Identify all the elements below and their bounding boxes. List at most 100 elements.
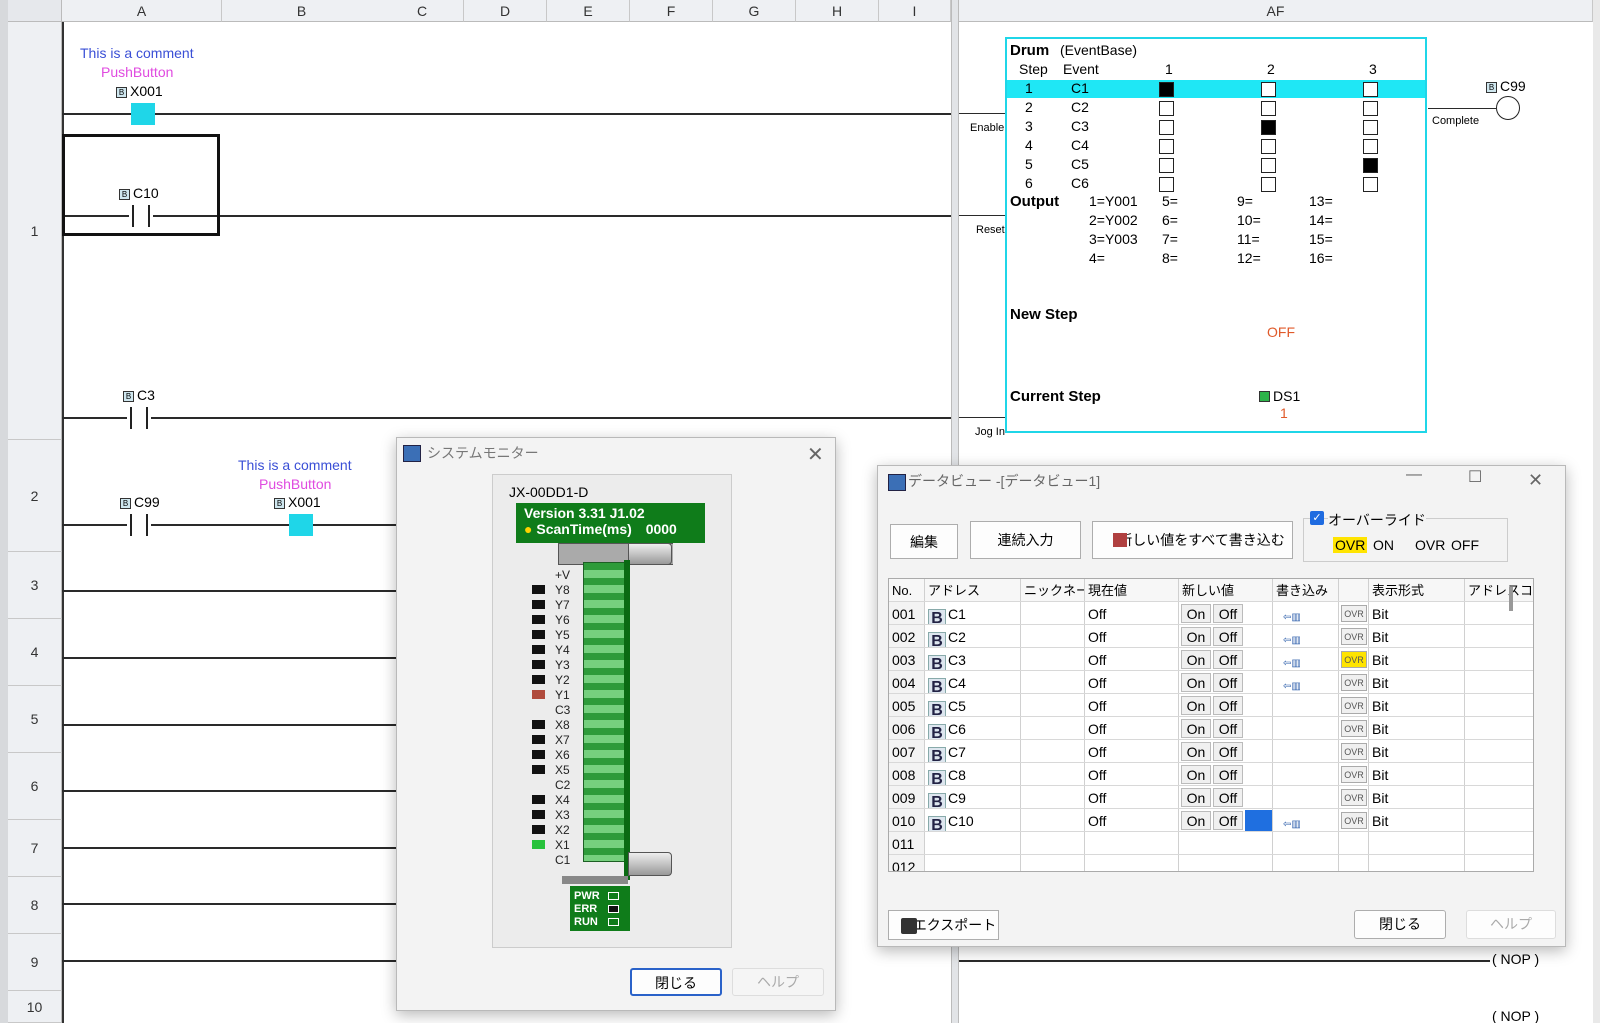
ovr-button[interactable]: OVR xyxy=(1341,605,1367,622)
drum-step-checkbox[interactable] xyxy=(1159,158,1174,173)
edit-tab[interactable]: 編集 xyxy=(890,524,958,559)
on-button[interactable]: On xyxy=(1181,788,1211,807)
table-row[interactable]: 002 B C2 Off On Off ⇦▥ OVR Bit xyxy=(889,625,1533,648)
column-header[interactable]: 書き込み xyxy=(1273,579,1339,601)
row-header[interactable]: 9 xyxy=(8,934,62,991)
ovr-button[interactable]: OVR xyxy=(1341,720,1367,737)
new-value-cell[interactable]: On Off xyxy=(1179,717,1273,739)
table-row[interactable]: 009 B C9 Off On Off OVR Bit xyxy=(889,786,1533,809)
off-button[interactable]: Off xyxy=(1213,765,1243,784)
new-value-cell[interactable]: On Off xyxy=(1179,763,1273,785)
column-header[interactable]: E xyxy=(547,0,630,22)
address-comment[interactable] xyxy=(1465,648,1533,670)
write-icon[interactable]: ⇦▥ xyxy=(1283,629,1301,646)
override-cell[interactable] xyxy=(1339,832,1369,854)
table-row[interactable]: 004 B C4 Off On Off ⇦▥ OVR Bit xyxy=(889,671,1533,694)
table-row[interactable]: 001 B C1 Off On Off ⇦▥ OVR Bit xyxy=(889,602,1533,625)
sysmon-help-button[interactable]: ヘルプ xyxy=(732,968,824,996)
display-format[interactable]: Bit xyxy=(1369,625,1465,647)
drum-step-checkbox[interactable] xyxy=(1363,82,1378,97)
override-cell[interactable]: OVR xyxy=(1339,740,1369,762)
drum-step-checkbox[interactable] xyxy=(1363,158,1378,173)
write-cell[interactable] xyxy=(1273,717,1339,739)
write-cell[interactable]: ⇦▥ xyxy=(1273,648,1339,670)
drum-step-checkbox[interactable] xyxy=(1261,177,1276,192)
column-header[interactable]: アドレス xyxy=(925,579,1021,601)
new-value-cell[interactable]: On Off xyxy=(1179,625,1273,647)
on-button[interactable]: On xyxy=(1181,719,1211,738)
override-cell[interactable]: OVR xyxy=(1339,763,1369,785)
column-header[interactable]: D xyxy=(464,0,547,22)
address-comment[interactable] xyxy=(1465,625,1533,647)
address-comment[interactable] xyxy=(1465,740,1533,762)
nickname-cell[interactable] xyxy=(1021,717,1085,739)
minimize-icon[interactable]: — xyxy=(1406,466,1422,484)
write-cell[interactable] xyxy=(1273,694,1339,716)
close-icon[interactable]: ✕ xyxy=(1528,470,1543,491)
display-format[interactable]: Bit xyxy=(1369,763,1465,785)
table-row[interactable]: 003 B C3 Off On Off ⇦▥ OVR Bit xyxy=(889,648,1533,671)
address-cell[interactable] xyxy=(925,832,1021,854)
off-button[interactable]: Off xyxy=(1213,788,1243,807)
table-row[interactable]: 012 xyxy=(889,855,1533,871)
ovr-on-label[interactable]: ON xyxy=(1373,537,1394,553)
off-button[interactable]: Off xyxy=(1213,811,1243,830)
contact-c10[interactable] xyxy=(129,205,153,227)
on-button[interactable]: On xyxy=(1181,811,1211,830)
drum-step-checkbox[interactable] xyxy=(1159,139,1174,154)
address-comment[interactable] xyxy=(1465,671,1533,693)
write-cell[interactable]: ⇦▥ xyxy=(1273,602,1339,624)
write-icon[interactable]: ⇦▥ xyxy=(1283,675,1301,692)
address-comment[interactable] xyxy=(1465,786,1533,808)
on-button[interactable]: On xyxy=(1181,765,1211,784)
new-value-cell[interactable]: On Off xyxy=(1179,809,1273,831)
display-format[interactable]: Bit xyxy=(1369,602,1465,624)
address-cell[interactable]: B C4 xyxy=(925,671,1021,693)
override-cell[interactable] xyxy=(1339,855,1369,871)
off-button[interactable]: Off xyxy=(1213,719,1243,738)
drum-step-checkbox[interactable] xyxy=(1363,101,1378,116)
write-cell[interactable]: ⇦▥ xyxy=(1273,625,1339,647)
new-value-cell[interactable] xyxy=(1179,832,1273,854)
column-header[interactable]: G xyxy=(713,0,796,22)
override-cell[interactable]: OVR xyxy=(1339,602,1369,624)
display-format[interactable]: Bit xyxy=(1369,809,1465,831)
column-header[interactable]: F xyxy=(630,0,713,22)
off-button[interactable]: Off xyxy=(1213,673,1243,692)
column-header[interactable]: 表示形式 xyxy=(1369,579,1465,601)
vertical-scrollbar[interactable] xyxy=(1593,0,1600,1023)
continuous-input-button[interactable]: 連続入力 xyxy=(970,521,1081,559)
contact-x001[interactable] xyxy=(289,514,313,536)
nickname-cell[interactable] xyxy=(1021,786,1085,808)
off-button[interactable]: Off xyxy=(1213,696,1243,715)
address-cell[interactable]: B C10 xyxy=(925,809,1021,831)
address-comment[interactable] xyxy=(1465,855,1533,871)
on-button[interactable]: On xyxy=(1181,627,1211,646)
nickname-cell[interactable] xyxy=(1021,740,1085,762)
row-header[interactable]: 4 xyxy=(8,619,62,686)
display-format[interactable]: Bit xyxy=(1369,786,1465,808)
off-button[interactable]: Off xyxy=(1213,742,1243,761)
write-icon[interactable]: ⇦▥ xyxy=(1283,652,1301,669)
column-header[interactable] xyxy=(1339,579,1369,601)
address-comment[interactable] xyxy=(1465,832,1533,854)
write-cell[interactable] xyxy=(1273,855,1339,871)
column-header[interactable]: I xyxy=(879,0,951,22)
maximize-icon[interactable]: ☐ xyxy=(1468,467,1482,487)
display-format[interactable]: Bit xyxy=(1369,717,1465,739)
drum-step-checkbox[interactable] xyxy=(1363,120,1378,135)
address-cell[interactable]: B C8 xyxy=(925,763,1021,785)
row-header[interactable]: 5 xyxy=(8,686,62,753)
nop-instruction[interactable]: ( NOP ) xyxy=(1492,951,1540,967)
override-cell[interactable]: OVR xyxy=(1339,648,1369,670)
drum-step-checkbox[interactable] xyxy=(1261,158,1276,173)
nickname-cell[interactable] xyxy=(1021,625,1085,647)
table-scrollbar[interactable] xyxy=(1509,587,1513,611)
column-header[interactable]: A xyxy=(62,0,222,22)
display-format[interactable] xyxy=(1369,832,1465,854)
drum-step-checkbox[interactable] xyxy=(1261,120,1276,135)
override-cell[interactable]: OVR xyxy=(1339,625,1369,647)
dataview-help-button[interactable]: ヘルプ xyxy=(1466,910,1556,939)
ovr-button[interactable]: OVR xyxy=(1341,743,1367,760)
row-header[interactable]: 1 xyxy=(8,22,62,440)
